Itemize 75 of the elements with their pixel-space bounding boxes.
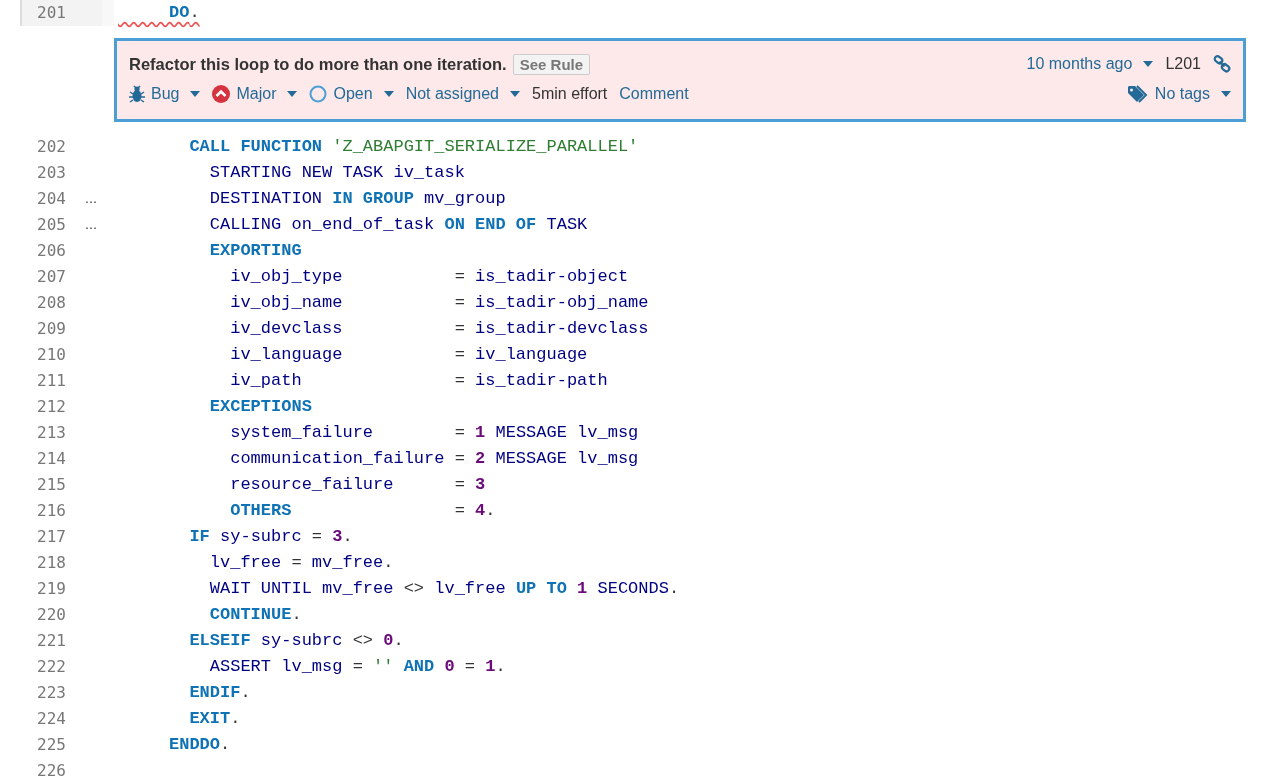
effort-label: 5min effort <box>532 85 608 103</box>
code-line: ENDIF. <box>188 683 251 702</box>
line-number: 209 <box>37 318 66 340</box>
caret-icon <box>287 91 298 97</box>
caret-icon <box>510 91 520 97</box>
line-number: 206 <box>37 240 66 262</box>
line-number: 217 <box>37 526 66 548</box>
line-number: 223 <box>37 682 66 704</box>
code-line: iv_language = iv_language <box>229 345 588 364</box>
ellipsis-marker[interactable]: … <box>85 192 97 206</box>
severity-dropdown[interactable]: Major <box>212 85 298 103</box>
line-number: 226 <box>37 760 66 782</box>
line-number: 215 <box>37 474 66 496</box>
line-number: 205 <box>37 214 66 236</box>
code-line: WAIT UNTIL mv_free <> lv_free UP TO 1 SECONDS. <box>208 579 680 598</box>
code-line: CALLING on_end_of_task ON END OF TASK <box>208 215 588 234</box>
code-line: ASSERT lv_msg = '' AND 0 = 1. <box>208 657 506 676</box>
see-rule-button[interactable]: See Rule <box>512 53 591 75</box>
line-number: 204 <box>37 188 66 210</box>
code-line: IF sy-subrc = 3. <box>188 527 353 546</box>
line-number: 219 <box>37 578 66 600</box>
code-line: iv_obj_name = is_tadir-obj_name <box>229 293 649 312</box>
code-line: iv_obj_type = is_tadir-object <box>229 267 629 286</box>
code-line: iv_path = is_tadir-path <box>229 371 608 390</box>
code-line: EXCEPTIONS <box>208 397 312 416</box>
code-line: CONTINUE. <box>208 605 302 624</box>
code-line: EXPORTING <box>208 241 302 260</box>
code-line: system_failure = 1 MESSAGE lv_msg <box>229 423 639 442</box>
type-dropdown[interactable]: Bug <box>129 85 201 103</box>
line-number: 222 <box>37 656 66 678</box>
code-line: lv_free = mv_free. <box>208 553 394 572</box>
code-line: ELSEIF sy-subrc <> 0. <box>188 631 404 650</box>
line-number: 210 <box>37 344 66 366</box>
caret-icon <box>383 91 394 97</box>
line-number: 218 <box>37 552 66 574</box>
code-line: iv_devclass = is_tadir-devclass <box>229 319 649 338</box>
circle-icon <box>309 85 328 103</box>
code-line: DESTINATION IN GROUP mv_group <box>208 189 506 208</box>
line-number: 211 <box>37 370 66 392</box>
line-reference: L201 <box>1165 55 1201 73</box>
line-number: 208 <box>37 292 66 314</box>
code-line: OTHERS = 4. <box>229 501 496 520</box>
code-line: resource_failure = 3 <box>229 475 486 494</box>
code-line: communication_failure = 2 MESSAGE lv_msg <box>229 449 639 468</box>
line-number: 212 <box>37 396 66 418</box>
code-line: DO. <box>168 3 200 22</box>
code-line: STARTING NEW TASK iv_task <box>208 163 465 182</box>
line-number: 203 <box>37 162 66 184</box>
assignee-dropdown[interactable]: Not assigned <box>405 85 520 103</box>
code-line: EXIT. <box>188 709 241 728</box>
caret-icon <box>190 91 201 97</box>
code-line: CALL FUNCTION 'Z_ABAPGIT_SERIALIZE_PARALLEL' <box>188 137 639 156</box>
caret-icon <box>1143 61 1154 67</box>
line-number: 201 <box>37 2 66 24</box>
line-number: 225 <box>37 734 66 756</box>
line-number: 220 <box>37 604 66 626</box>
line-number: 202 <box>37 136 66 158</box>
line-number: 207 <box>37 266 66 288</box>
line-number: 216 <box>37 500 66 522</box>
issue-message: Refactor this loop to do more than one iteration. <box>129 54 507 74</box>
chevron-up-circle-icon <box>212 85 231 103</box>
line-number: 224 <box>37 708 66 730</box>
tags-icon <box>1126 85 1149 103</box>
code-line: ENDDO. <box>168 735 231 754</box>
line-number: 213 <box>37 422 66 444</box>
ellipsis-marker[interactable]: … <box>85 218 97 232</box>
caret-icon <box>1221 91 1231 97</box>
tags-dropdown[interactable]: No tags <box>1126 85 1231 103</box>
link-icon[interactable] <box>1213 55 1231 73</box>
line-number: 214 <box>37 448 66 470</box>
bug-icon <box>129 85 145 103</box>
comment-link[interactable]: Comment <box>619 85 689 103</box>
date-dropdown[interactable]: 10 months ago <box>1026 55 1154 73</box>
status-dropdown[interactable]: Open <box>309 85 394 103</box>
line-number: 221 <box>37 630 66 652</box>
